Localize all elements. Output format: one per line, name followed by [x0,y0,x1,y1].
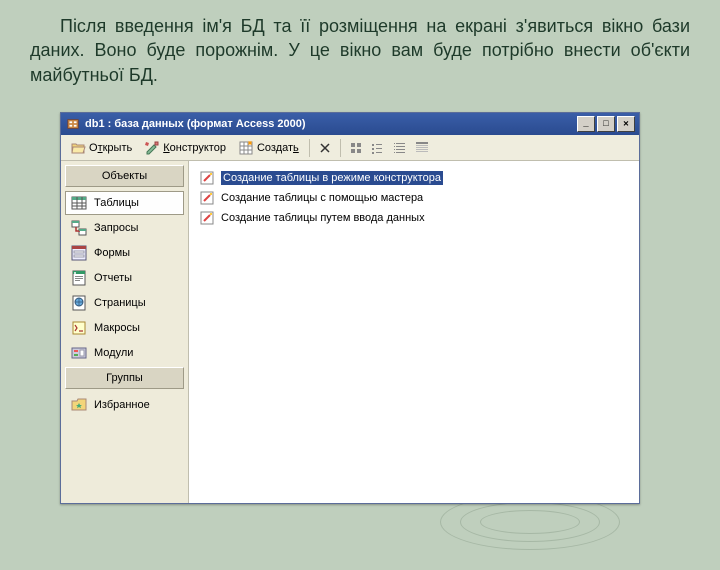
small-icons-icon [370,140,386,156]
favorites-icon [70,396,88,414]
details-button[interactable] [412,138,432,158]
large-icons-icon [348,140,364,156]
details-icon [414,140,430,156]
toolbar-separator [340,139,341,157]
close-button[interactable]: ✕ [617,116,635,132]
maximize-button[interactable]: □ [597,116,615,132]
sidebar-item-tables[interactable]: Таблицы [65,191,184,215]
titlebar[interactable]: db1 : база данных (формат Access 2000) _… [61,113,639,135]
sidebar-item-label: Таблицы [94,197,139,209]
open-button[interactable]: Открыть [65,138,137,158]
sidebar-item-macros[interactable]: Макросы [65,316,184,340]
sidebar-item-forms[interactable]: Формы [65,241,184,265]
delete-button[interactable] [315,138,335,158]
sidebar-item-favorites[interactable]: Избранное [65,393,184,417]
toolbar-separator [309,139,310,157]
sidebar-header-objects[interactable]: Объекты [65,165,184,187]
create-table-designer[interactable]: Создание таблицы в режиме конструктора [195,169,633,187]
sidebar: Объекты Таблицы Запросы Формы Отчеты Стр… [61,161,189,503]
x-icon [317,140,333,156]
sidebar-item-pages[interactable]: Страницы [65,291,184,315]
wizard-icon [199,190,215,206]
create-icon [238,140,254,156]
module-icon [70,344,88,362]
create-button[interactable]: Создать [233,138,304,158]
content-item-label: Создание таблицы в режиме конструктора [221,171,443,185]
open-label: Открыть [89,142,132,154]
page-icon [70,294,88,312]
sidebar-item-label: Макросы [94,322,140,334]
sidebar-item-label: Отчеты [94,272,132,284]
window-title: db1 : база данных (формат Access 2000) [85,118,577,130]
query-icon [70,219,88,237]
sidebar-item-modules[interactable]: Модули [65,341,184,365]
report-icon [70,269,88,287]
open-icon [70,140,86,156]
sidebar-item-label: Избранное [94,399,150,411]
wizard-icon [199,170,215,186]
wizard-icon [199,210,215,226]
window-controls: _ □ ✕ [577,116,635,132]
small-icons-button[interactable] [368,138,388,158]
minimize-button[interactable]: _ [577,116,595,132]
designer-label: Конструктор [163,142,226,154]
table-icon [70,194,88,212]
sidebar-item-label: Формы [94,247,130,259]
list-button[interactable] [390,138,410,158]
sidebar-item-queries[interactable]: Запросы [65,216,184,240]
macro-icon [70,319,88,337]
content-pane: Создание таблицы в режиме конструктора С… [189,161,639,503]
large-icons-button[interactable] [346,138,366,158]
designer-button[interactable]: Конструктор [139,138,231,158]
sidebar-item-label: Запросы [94,222,138,234]
toolbar: Открыть Конструктор Создать [61,135,639,161]
sidebar-item-label: Страницы [94,297,146,309]
db-window: db1 : база данных (формат Access 2000) _… [60,112,640,504]
sidebar-item-label: Модули [94,347,133,359]
sidebar-item-reports[interactable]: Отчеты [65,266,184,290]
list-icon [392,140,408,156]
create-label: Создать [257,142,299,154]
create-table-wizard[interactable]: Создание таблицы с помощью мастера [195,189,633,207]
sidebar-header-groups[interactable]: Группы [65,367,184,389]
designer-icon [144,140,160,156]
db-icon [65,116,81,132]
slide-paragraph: Після введення ім'я БД та її розміщення … [30,14,690,87]
form-icon [70,244,88,262]
content-item-label: Создание таблицы с помощью мастера [221,192,423,204]
create-table-entry[interactable]: Создание таблицы путем ввода данных [195,209,633,227]
content-item-label: Создание таблицы путем ввода данных [221,212,425,224]
